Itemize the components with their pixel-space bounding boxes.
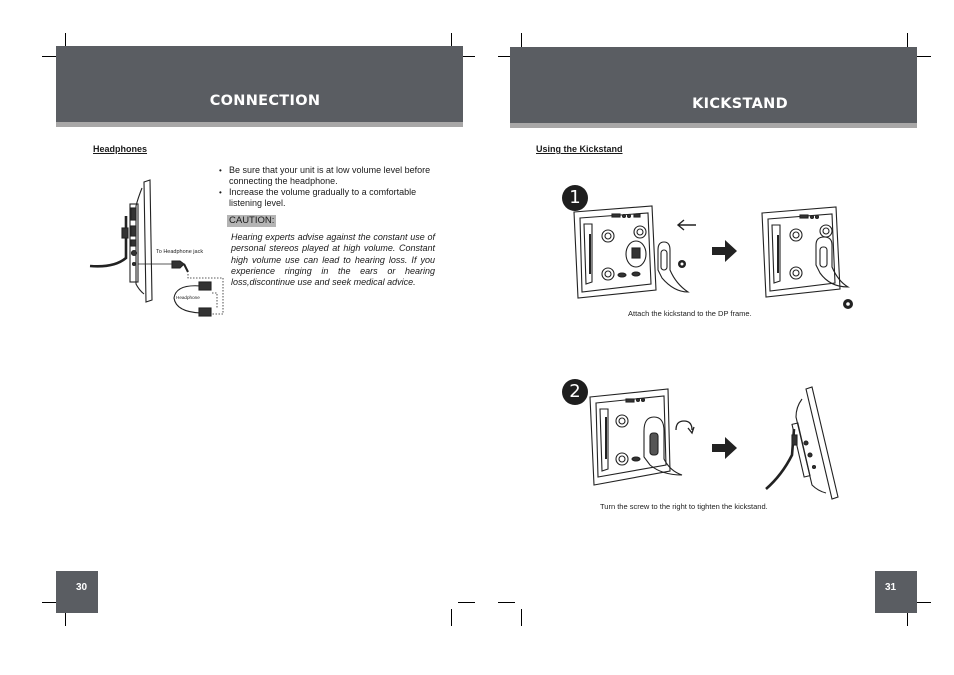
step-caption: Attach the kickstand to the DP frame. <box>628 309 752 318</box>
headphone-connection-diagram: To Headphone jack Headphone <box>89 179 224 317</box>
page-number: 30 <box>76 582 88 593</box>
instruction-list: Be sure that your unit is at low volume … <box>219 165 439 209</box>
caution-text: Hearing experts advise against the const… <box>231 232 435 288</box>
crop-mark <box>451 609 452 626</box>
page-number-box: 30 <box>56 571 98 613</box>
instruction-item: Be sure that your unit is at low volume … <box>219 165 439 187</box>
arrow-right-bold-icon <box>712 437 737 459</box>
instruction-item: Increase the volume gradually to a comfo… <box>219 187 439 209</box>
header-stripe <box>56 122 463 127</box>
section-subheading: Using the Kickstand <box>536 144 623 154</box>
page-number-box: 31 <box>875 571 917 613</box>
arrow-right-bold-icon <box>712 240 737 262</box>
header-stripe <box>510 123 917 128</box>
section-subheading: Headphones <box>93 144 148 154</box>
diagram-label-jack: To Headphone jack <box>156 249 203 255</box>
frame-standing-side-diagram <box>765 386 839 500</box>
kickstand-side <box>89 216 128 268</box>
step-caption: Turn the screw to the right to tighten t… <box>600 502 768 511</box>
rotate-clockwise-icon <box>675 420 695 435</box>
section-header-bar <box>56 46 463 122</box>
step-number-badge: 2 <box>562 379 588 405</box>
kickstand-part-diagram <box>657 241 690 293</box>
page-number: 31 <box>885 582 897 593</box>
arrow-left-icon <box>676 219 696 231</box>
page-title: KICKSTAND <box>692 96 788 112</box>
diagram-label-headphone: Headphone <box>176 295 200 300</box>
page-title: CONNECTION <box>209 93 321 109</box>
crop-mark <box>521 609 522 626</box>
frame-back-diagram <box>573 205 657 299</box>
crop-mark <box>458 602 475 603</box>
frame-side-outline <box>143 179 153 303</box>
caution-label: CAUTION: <box>227 215 277 227</box>
crop-mark <box>498 602 515 603</box>
frame-with-kickstand-diagram <box>761 206 853 309</box>
headphone-plug-icon <box>171 260 185 269</box>
